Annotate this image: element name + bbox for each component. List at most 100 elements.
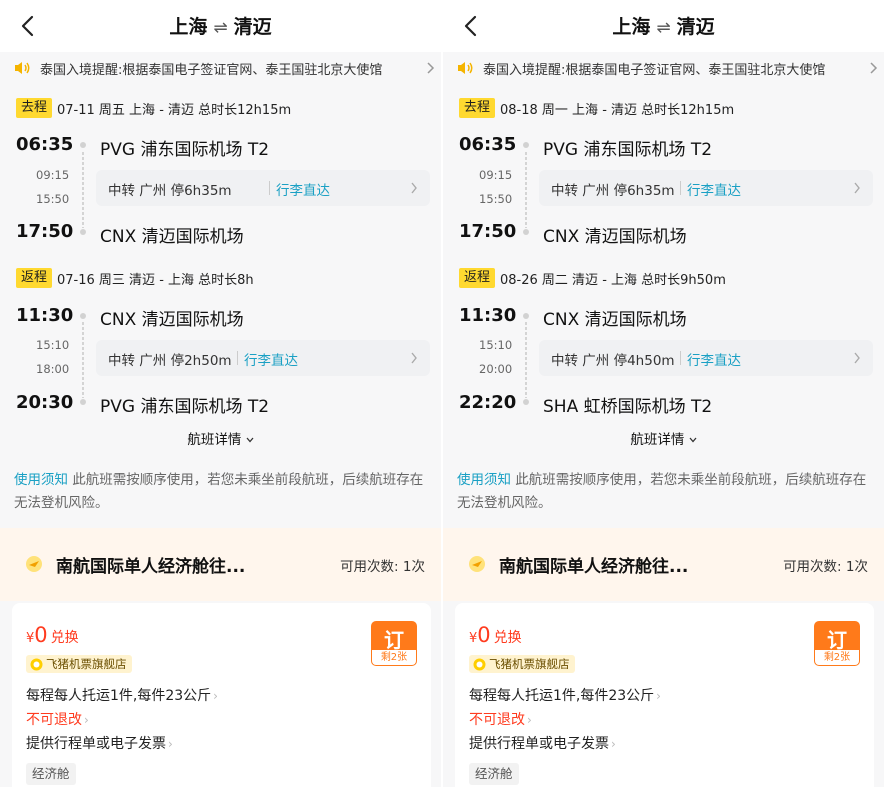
invoice-rule-text: 提供行程单或电子发票	[469, 736, 609, 752]
chevron-down-icon	[689, 437, 697, 443]
separator	[269, 181, 270, 195]
return-arrival-airport: SHA 虹桥国际机场 T2	[543, 397, 713, 417]
title-origin: 上海	[169, 16, 208, 38]
invoice-rule[interactable]: 提供行程单或电子发票 ›	[469, 733, 616, 753]
cabin-class-tag: 经济舱	[469, 763, 519, 785]
booking-panel-right: 上海 ⇌ 清迈 泰国入境提醒:根据泰国电子签证官网、泰王国驻北京大使馆 去程 08-…	[443, 0, 884, 787]
chevron-right-icon: ›	[84, 713, 89, 727]
luggage-direct: 行李直达	[276, 183, 330, 199]
outbound-tag: 去程	[16, 98, 53, 118]
flight-details-label: 航班详情	[187, 432, 242, 448]
outbound-transfer-row[interactable]: 中转 广州 停6h35m 行李直达	[96, 170, 430, 206]
outbound-stop-arrival: 09:15	[479, 168, 513, 182]
baggage-rule-text: 每程每人托运1件,每件23公斤	[26, 688, 212, 704]
price: ¥0 兑换	[469, 623, 522, 647]
remaining-tickets: 剩2张	[372, 650, 416, 665]
book-button[interactable]: 订 剩2张	[371, 621, 417, 666]
chevron-right-icon: ›	[611, 737, 616, 751]
return-transfer-row[interactable]: 中转 广州 停4h50m 行李直达	[539, 340, 873, 376]
timeline-dot	[523, 313, 529, 319]
shop-name: 飞猪机票旗舰店	[489, 657, 570, 671]
chevron-right-icon: ›	[656, 689, 661, 703]
chevron-right-icon	[411, 352, 417, 364]
timeline-dot	[523, 142, 529, 148]
price-label: 兑换	[493, 630, 522, 646]
usage-notice-text: 此航班需按顺序使用，若您未乘坐前段航班，后续航班存在无法登机风险。	[14, 472, 424, 511]
return-tag: 返程	[459, 268, 496, 288]
usage-count: 可用次数: 1次	[783, 559, 868, 575]
return-arrival-time: 20:30	[16, 392, 74, 413]
outbound-header: 去程 08-18 周一 上海 - 清迈 总时长12h15m	[459, 98, 734, 118]
chevron-right-icon	[854, 352, 860, 364]
offer-card: ¥0 兑换 飞猪机票旗舰店 订 剩2张 每程每人托运1件,每件23公斤 › 不可退改…	[455, 603, 874, 787]
usage-notice-text: 此航班需按顺序使用，若您未乘坐前段航班，后续航班存在无法登机风险。	[457, 472, 867, 511]
outbound-header: 去程 07-11 周五 上海 - 清迈 总时长12h15m	[16, 98, 291, 118]
page-title: 上海 ⇌ 清迈	[0, 12, 441, 39]
product-header: 南航国际单人经济舱往... 可用次数: 1次	[0, 528, 441, 601]
usage-count: 可用次数: 1次	[340, 559, 425, 575]
shop-badge[interactable]: 飞猪机票旗舰店	[469, 655, 575, 673]
invoice-rule-text: 提供行程单或电子发票	[26, 736, 166, 752]
outbound-departure-airport: PVG 浦东国际机场 T2	[543, 140, 713, 160]
entry-notice-bar[interactable]: 泰国入境提醒:根据泰国电子签证官网、泰王国驻北京大使馆	[0, 52, 441, 84]
product-name: 南航国际单人经济舱往...	[56, 557, 246, 577]
refund-rule[interactable]: 不可退改 ›	[469, 709, 532, 729]
remaining-tickets: 剩2张	[815, 650, 859, 665]
transfer-info: 中转 广州 停2h50m	[108, 353, 232, 369]
timeline-dot	[80, 399, 86, 405]
outbound-departure-time: 06:35	[459, 134, 517, 155]
shop-badge[interactable]: 飞猪机票旗舰店	[26, 655, 132, 673]
timeline-dot	[523, 229, 529, 235]
price-value: 0	[34, 623, 48, 647]
flight-details-toggle[interactable]: 航班详情	[0, 428, 441, 448]
nav-bar: 上海 ⇌ 清迈	[0, 0, 441, 52]
return-info: 08-26 周二 清迈 - 上海 总时长9h50m	[500, 272, 726, 288]
luggage-direct: 行李直达	[687, 353, 741, 369]
chevron-right-icon	[411, 182, 417, 194]
transfer-info: 中转 广州 停4h50m	[551, 353, 675, 369]
flight-details-label: 航班详情	[630, 432, 685, 448]
baggage-rule[interactable]: 每程每人托运1件,每件23公斤 ›	[26, 685, 218, 705]
entry-notice-bar[interactable]: 泰国入境提醒:根据泰国电子签证官网、泰王国驻北京大使馆	[443, 52, 884, 84]
return-stop-departure: 20:00	[479, 362, 513, 376]
return-stop-arrival: 15:10	[36, 338, 70, 352]
separator	[680, 181, 681, 195]
flight-details-toggle[interactable]: 航班详情	[443, 428, 884, 448]
return-departure-airport: CNX 清迈国际机场	[543, 310, 687, 330]
outbound-arrival-airport: CNX 清迈国际机场	[100, 227, 244, 247]
return-header: 返程 07-16 周三 清迈 - 上海 总时长8h	[16, 268, 254, 288]
fliggy-logo-icon	[30, 658, 43, 670]
luggage-direct: 行李直达	[244, 353, 298, 369]
outbound-arrival-time: 17:50	[16, 221, 74, 242]
transfer-info: 中转 广州 停6h35m	[551, 183, 675, 199]
usage-notice: 使用须知 此航班需按顺序使用，若您未乘坐前段航班，后续航班存在无法登机风险。	[457, 469, 869, 515]
outbound-tag: 去程	[459, 98, 496, 118]
invoice-rule[interactable]: 提供行程单或电子发票 ›	[26, 733, 173, 753]
usage-notice: 使用须知 此航班需按顺序使用，若您未乘坐前段航班，后续航班存在无法登机风险。	[14, 469, 426, 515]
speaker-icon	[458, 62, 473, 74]
usage-notice-title: 使用须知	[14, 472, 68, 488]
outbound-transfer-row[interactable]: 中转 广州 停6h35m 行李直达	[539, 170, 873, 206]
chevron-right-icon	[854, 182, 860, 194]
outbound-stop-arrival: 09:15	[36, 168, 70, 182]
chevron-right-icon: ›	[213, 689, 218, 703]
baggage-rule[interactable]: 每程每人托运1件,每件23公斤 ›	[469, 685, 661, 705]
return-arrival-time: 22:20	[459, 392, 517, 413]
transfer-info: 中转 广州 停6h35m	[108, 183, 232, 199]
title-origin: 上海	[612, 16, 651, 38]
return-departure-airport: CNX 清迈国际机场	[100, 310, 244, 330]
title-destination: 清迈	[233, 16, 272, 38]
baggage-rule-text: 每程每人托运1件,每件23公斤	[469, 688, 655, 704]
refund-rule[interactable]: 不可退改 ›	[26, 709, 89, 729]
outbound-arrival-airport: CNX 清迈国际机场	[543, 227, 687, 247]
product-name: 南航国际单人经济舱往...	[499, 557, 689, 577]
price: ¥0 兑换	[26, 623, 79, 647]
outbound-info: 08-18 周一 上海 - 清迈 总时长12h15m	[500, 102, 735, 118]
book-button[interactable]: 订 剩2张	[814, 621, 860, 666]
luggage-direct: 行李直达	[687, 183, 741, 199]
book-label: 订	[384, 628, 404, 652]
return-transfer-row[interactable]: 中转 广州 停2h50m 行李直达	[96, 340, 430, 376]
chevron-right-icon: ›	[168, 737, 173, 751]
product-header: 南航国际单人经济舱往... 可用次数: 1次	[443, 528, 884, 601]
usage-notice-title: 使用须知	[457, 472, 511, 488]
